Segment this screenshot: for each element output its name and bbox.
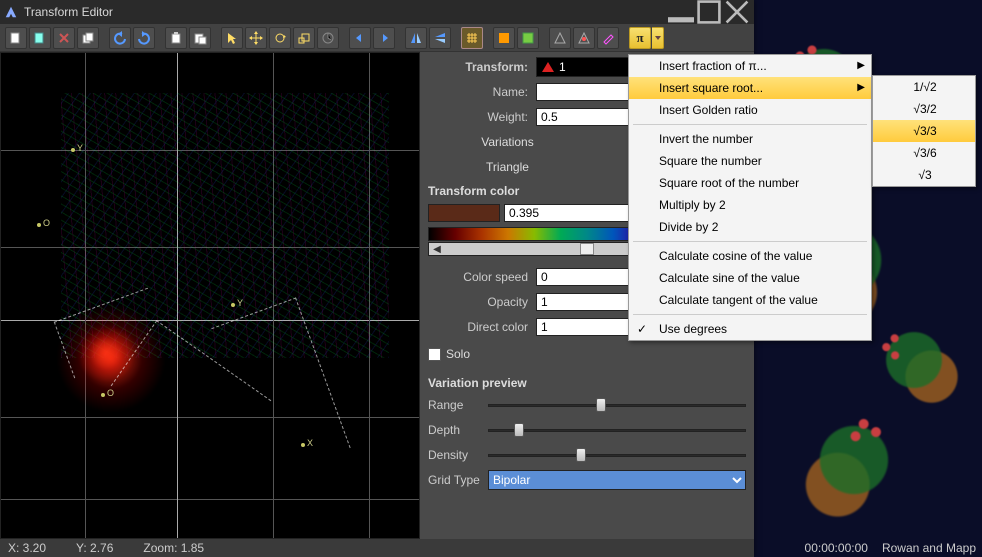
minimize-button[interactable] [668, 3, 694, 21]
tool-edit-triangle[interactable] [549, 27, 571, 49]
tool-prev-transform[interactable] [349, 27, 371, 49]
opacity-label: Opacity [428, 295, 536, 309]
tool-flip-vertical[interactable] [429, 27, 451, 49]
tool-paste-data[interactable] [189, 27, 211, 49]
tool-new-final[interactable] [29, 27, 51, 49]
mi-multiply-2[interactable]: Multiply by 2 [629, 194, 871, 216]
tool-move[interactable] [245, 27, 267, 49]
gridtype-label: Grid Type [428, 473, 488, 487]
section-variation-preview: Variation preview [428, 376, 746, 390]
toolbar: π [0, 24, 754, 52]
tool-variation-preview[interactable] [493, 27, 515, 49]
mi-calc-tangent[interactable]: Calculate tangent of the value [629, 289, 871, 311]
mi-sqrt3-over-3[interactable]: √3/3 [873, 120, 975, 142]
tool-calculator-dropdown[interactable] [652, 27, 664, 49]
mi-divide-2[interactable]: Divide by 2 [629, 216, 871, 238]
tool-duplicate[interactable] [77, 27, 99, 49]
mi-1-over-sqrt2[interactable]: 1/√2 [873, 76, 975, 98]
mi-insert-square-root[interactable]: Insert square root...▶ [629, 77, 871, 99]
status-x: X: 3.20 [8, 541, 46, 555]
mi-sqrt3-over-2[interactable]: √3/2 [873, 98, 975, 120]
app-icon [4, 5, 18, 19]
tool-reset[interactable] [317, 27, 339, 49]
density-label: Density [428, 448, 488, 462]
tool-calculator[interactable]: π [629, 27, 651, 49]
depth-label: Depth [428, 423, 488, 437]
status-zoom: Zoom: 1.85 [143, 541, 204, 555]
tool-new[interactable] [5, 27, 27, 49]
mi-insert-fraction-pi[interactable]: Insert fraction of π...▶ [629, 55, 871, 77]
range-label: Range [428, 398, 488, 412]
mi-sqrt-number[interactable]: Square root of the number [629, 172, 871, 194]
density-slider[interactable] [488, 446, 746, 464]
range-slider[interactable] [488, 396, 746, 414]
sqrt-submenu: 1/√2 √3/2 √3/3 √3/6 √3 [872, 75, 976, 187]
weight-label: Weight: [428, 110, 536, 124]
transform-label: Transform: [428, 60, 536, 74]
name-label: Name: [428, 85, 536, 99]
tab-triangle[interactable]: Triangle [428, 157, 587, 178]
project-name: Rowan and Mapp [882, 541, 976, 555]
tool-preview-options[interactable] [517, 27, 539, 49]
calculator-menu: Insert fraction of π...▶ Insert square r… [628, 54, 872, 341]
tool-select[interactable] [221, 27, 243, 49]
tool-show-grid[interactable] [461, 27, 483, 49]
maximize-button[interactable] [696, 3, 722, 21]
triangle-icon [541, 60, 555, 74]
direct-color-label: Direct color [428, 320, 536, 334]
mi-sqrt3-over-6[interactable]: √3/6 [873, 142, 975, 164]
tool-flip-horizontal[interactable] [405, 27, 427, 49]
depth-slider[interactable] [488, 421, 746, 439]
gradient-left[interactable]: ◀ [431, 243, 443, 255]
close-button[interactable] [724, 3, 750, 21]
mi-use-degrees[interactable]: ✓Use degrees [629, 318, 871, 340]
solo-checkbox[interactable]: Solo [428, 347, 470, 361]
tool-edit-post[interactable] [573, 27, 595, 49]
mi-insert-golden-ratio[interactable]: Insert Golden ratio [629, 99, 871, 121]
tool-scale[interactable] [293, 27, 315, 49]
tool-redo[interactable] [133, 27, 155, 49]
mi-invert-number[interactable]: Invert the number [629, 128, 871, 150]
render-time: 00:00:00:00 [805, 541, 868, 555]
color-speed-label: Color speed [428, 270, 536, 284]
tool-delete[interactable] [53, 27, 75, 49]
tool-copy-data[interactable] [165, 27, 187, 49]
tool-undo[interactable] [109, 27, 131, 49]
tool-color-picker[interactable] [597, 27, 619, 49]
mi-calc-cosine[interactable]: Calculate cosine of the value [629, 245, 871, 267]
window-title: Transform Editor [24, 5, 666, 19]
color-swatch[interactable] [428, 204, 500, 222]
tool-next-transform[interactable] [373, 27, 395, 49]
mi-square-number[interactable]: Square the number [629, 150, 871, 172]
mi-calc-sine[interactable]: Calculate sine of the value [629, 267, 871, 289]
transform-canvas[interactable]: Y O X O Y [0, 52, 420, 539]
mi-sqrt3[interactable]: √3 [873, 164, 975, 186]
status-y: Y: 2.76 [76, 541, 113, 555]
gridtype-select[interactable]: Bipolar [488, 470, 746, 490]
tool-rotate[interactable] [269, 27, 291, 49]
gradient-thumb[interactable] [580, 243, 594, 255]
tab-variations[interactable]: Variations [428, 132, 587, 153]
